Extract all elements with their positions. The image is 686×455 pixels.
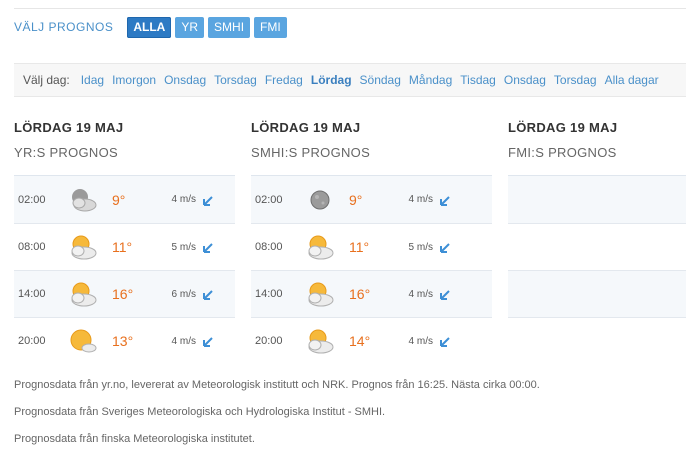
source-notes: Prognosdata från yr.no, levererat av Met… bbox=[14, 376, 540, 455]
forecast-temperature: 11° bbox=[112, 239, 133, 255]
forecast-time: 20:00 bbox=[255, 335, 283, 347]
day-link-onsdag-2[interactable]: Onsdag bbox=[504, 73, 546, 87]
forecast-rows: 02:00 9° 4 m/s 08:00 11° 5 m/s 14:00 16°… bbox=[14, 175, 235, 364]
forecast-wind: 4 m/s bbox=[171, 194, 196, 205]
forecast-row: 08:00 11° 5 m/s bbox=[251, 223, 492, 270]
forecast-row-empty bbox=[508, 317, 686, 364]
day-link-lordag[interactable]: Lördag bbox=[311, 73, 352, 87]
day-link-imorgon[interactable]: Imorgon bbox=[112, 73, 156, 87]
sun-small-cloud-icon bbox=[66, 327, 100, 355]
day-link-torsdag[interactable]: Torsdag bbox=[214, 73, 257, 87]
sun-behind-cloud-icon bbox=[66, 233, 100, 261]
forecast-wind: 4 m/s bbox=[408, 288, 433, 300]
day-link-alla-dagar[interactable]: Alla dagar bbox=[605, 73, 659, 87]
wind-direction-icon bbox=[439, 288, 451, 300]
column-date: LÖRDAG 19 MAJ bbox=[251, 120, 361, 135]
day-selector: Välj dag: Idag Imorgon Onsdag Torsdag Fr… bbox=[14, 63, 686, 97]
forecast-time: 20:00 bbox=[18, 335, 46, 347]
prognos-button-alla[interactable]: ALLA bbox=[127, 16, 172, 38]
forecast-temperature: 14° bbox=[349, 333, 371, 349]
wind-direction-icon bbox=[439, 335, 451, 347]
forecast-wind: 5 m/s bbox=[171, 241, 196, 253]
forecast-row: 02:00 9° 4 m/s bbox=[251, 176, 492, 223]
forecast-temperature: 13° bbox=[112, 333, 134, 349]
wind-direction-icon bbox=[202, 194, 214, 206]
forecast-temperature: 11° bbox=[349, 239, 370, 255]
forecast-column-smhi: LÖRDAG 19 MAJ SMHI:S PROGNOS 02:00 9° 4 … bbox=[251, 120, 492, 364]
sun-behind-cloud-icon bbox=[303, 327, 337, 355]
forecast-time: 08:00 bbox=[18, 241, 46, 253]
forecast-row: 08:00 11° 5 m/s bbox=[14, 223, 235, 270]
forecast-time: 14:00 bbox=[18, 288, 46, 300]
column-source: YR:S PROGNOS bbox=[14, 145, 119, 160]
forecast-time: 02:00 bbox=[255, 193, 283, 206]
column-date: LÖRDAG 19 MAJ bbox=[508, 120, 618, 135]
day-link-idag[interactable]: Idag bbox=[81, 73, 104, 87]
day-link-tisdag[interactable]: Tisdag bbox=[460, 73, 496, 87]
wind-direction-icon bbox=[202, 335, 214, 347]
partly-cloudy-night-icon bbox=[66, 186, 100, 214]
forecast-column-fmi: LÖRDAG 19 MAJ FMI:S PROGNOS bbox=[508, 120, 686, 364]
prognos-label: VÄLJ PROGNOS bbox=[14, 20, 114, 34]
wind-direction-icon bbox=[439, 241, 451, 253]
forecast-temperature: 16° bbox=[112, 286, 134, 302]
prognos-button-yr[interactable]: YR bbox=[175, 16, 205, 38]
column-source: SMHI:S PROGNOS bbox=[251, 145, 371, 160]
sun-behind-cloud-icon bbox=[303, 233, 337, 261]
forecast-wind: 4 m/s bbox=[171, 335, 196, 347]
forecast-row-empty bbox=[508, 223, 686, 270]
day-link-torsdag-2[interactable]: Torsdag bbox=[554, 73, 597, 87]
forecast-time: 08:00 bbox=[255, 241, 283, 253]
forecast-column-yr: LÖRDAG 19 MAJ YR:S PROGNOS 02:00 9° 4 m/… bbox=[14, 120, 235, 364]
day-selector-label: Välj dag: bbox=[23, 73, 70, 87]
day-link-sondag[interactable]: Söndag bbox=[360, 73, 401, 87]
forecast-wind: 4 m/s bbox=[408, 194, 433, 205]
forecast-row: 02:00 9° 4 m/s bbox=[14, 176, 235, 223]
wind-direction-icon bbox=[202, 241, 214, 253]
forecast-row: 14:00 16° 6 m/s bbox=[14, 270, 235, 317]
forecast-temperature: 9° bbox=[349, 191, 363, 208]
source-note-yr: Prognosdata från yr.no, levererat av Met… bbox=[14, 379, 540, 391]
day-link-fredag[interactable]: Fredag bbox=[265, 73, 303, 87]
column-source: FMI:S PROGNOS bbox=[508, 145, 617, 160]
wind-direction-icon bbox=[439, 194, 451, 206]
sun-behind-cloud-icon bbox=[303, 280, 337, 308]
forecast-time: 14:00 bbox=[255, 288, 283, 300]
prognos-button-smhi[interactable]: SMHI bbox=[208, 16, 251, 38]
forecast-rows bbox=[508, 175, 686, 364]
forecast-temperature: 9° bbox=[112, 191, 126, 208]
forecast-rows: 02:00 9° 4 m/s 08:00 11° 5 m/s 14:00 16°… bbox=[251, 175, 492, 364]
column-date: LÖRDAG 19 MAJ bbox=[14, 120, 124, 135]
wind-direction-icon bbox=[202, 288, 214, 300]
prognos-button-fmi[interactable]: FMI bbox=[254, 16, 287, 38]
source-note-smhi: Prognosdata från Sveriges Meteorologiska… bbox=[14, 406, 386, 418]
day-link-onsdag[interactable]: Onsdag bbox=[164, 73, 206, 87]
top-divider bbox=[14, 8, 686, 9]
sun-behind-cloud-icon bbox=[66, 280, 100, 308]
source-note-fmi: Prognosdata från finska Meteorologiska i… bbox=[14, 433, 255, 445]
forecast-temperature: 16° bbox=[349, 286, 371, 302]
forecast-row: 20:00 14° 4 m/s bbox=[251, 317, 492, 364]
forecast-wind: 6 m/s bbox=[171, 288, 196, 300]
moon-icon bbox=[303, 186, 337, 214]
forecast-row-empty bbox=[508, 270, 686, 317]
day-link-mandag[interactable]: Måndag bbox=[409, 73, 452, 87]
forecast-row: 14:00 16° 4 m/s bbox=[251, 270, 492, 317]
forecast-time: 02:00 bbox=[18, 193, 46, 206]
forecast-wind: 4 m/s bbox=[408, 335, 433, 347]
prognos-selector: VÄLJ PROGNOS ALLA YR SMHI FMI bbox=[14, 16, 291, 38]
forecast-wind: 5 m/s bbox=[408, 241, 433, 253]
forecast-row-empty bbox=[508, 176, 686, 223]
forecast-row: 20:00 13° 4 m/s bbox=[14, 317, 235, 364]
